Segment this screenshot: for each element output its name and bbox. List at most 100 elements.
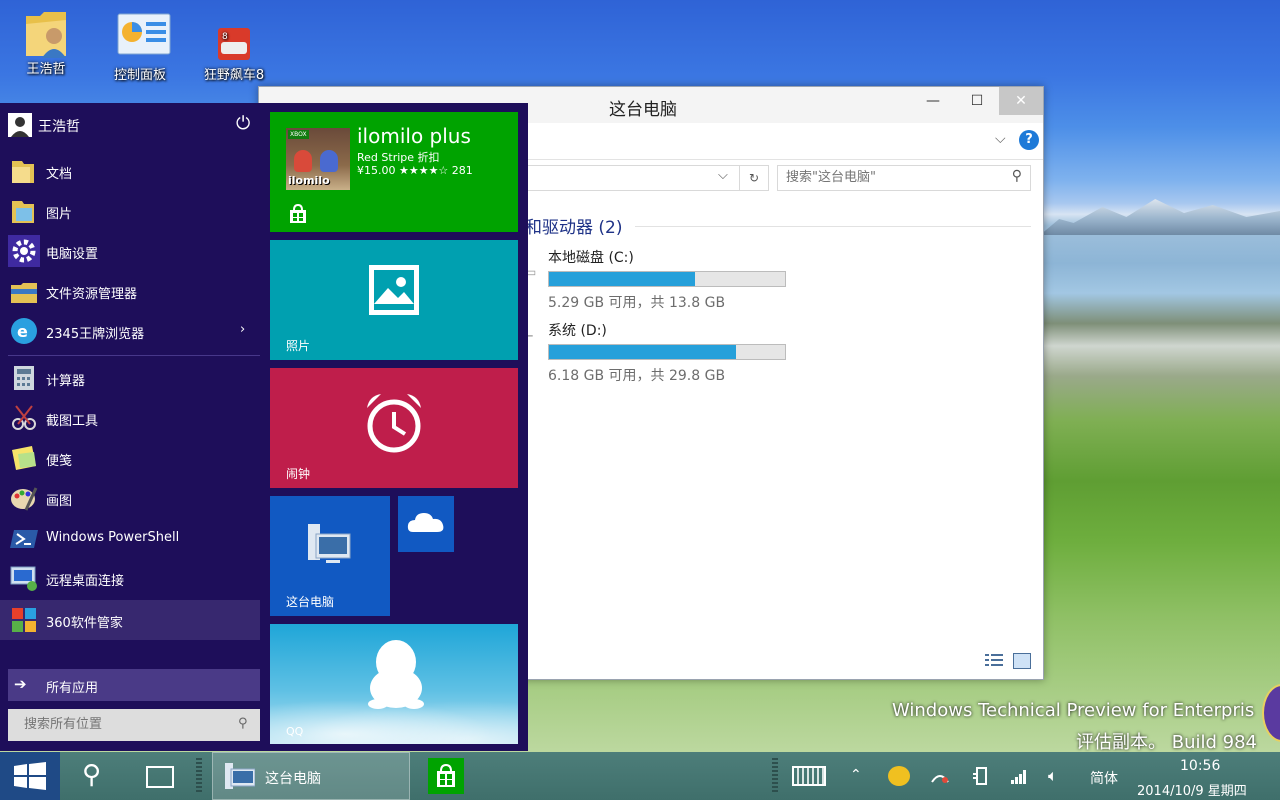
network-speed-icon[interactable] (930, 768, 950, 784)
search-input[interactable] (778, 166, 996, 188)
start-item-paint[interactable]: 画图 (0, 478, 260, 518)
start-item-label: 截图工具 (46, 414, 99, 429)
desktop-icon-control-panel[interactable]: 控制面板 (98, 12, 182, 83)
user-name[interactable]: 王浩哲 (38, 116, 80, 136)
ime-indicator[interactable]: 简体 (1090, 768, 1118, 788)
search-taskbar-button[interactable]: ⚲ (72, 752, 118, 800)
tile-photos[interactable]: 照片 (270, 240, 518, 360)
search-icon[interactable]: ⚲ (1012, 168, 1022, 184)
search-box[interactable]: ⚲ (777, 165, 1031, 191)
store-bag-icon (288, 203, 308, 227)
store-tile-price: ¥15.00 ★★★★☆ 281 (357, 164, 473, 177)
volume-speaker-icon[interactable]: 🔈︎ (1048, 766, 1058, 786)
power-button[interactable]: ⏻ (236, 113, 250, 134)
start-item-documents[interactable]: 文档 (0, 151, 260, 191)
tile-store-ilomilo[interactable]: XBOX ilomilo ilomilo plus Red Stripe 折扣 … (270, 112, 518, 232)
alarm-clock-icon (363, 390, 425, 457)
search-icon: ⚲ (82, 760, 102, 790)
start-item-2345-browser[interactable]: e 2345王牌浏览器 › (0, 311, 260, 351)
drive-size-text: 6.18 GB 可用，共 29.8 GB (548, 368, 726, 384)
start-item-label: 360软件管家 (46, 616, 123, 631)
touch-keyboard-icon[interactable] (792, 766, 826, 786)
snipping-tool-icon (8, 402, 40, 434)
minimize-icon: — (926, 93, 940, 109)
desktop-icon-label: 控制面板 (113, 68, 166, 83)
battery-power-icon[interactable] (972, 766, 988, 786)
taskbar-grip[interactable] (772, 758, 778, 794)
start-item-label: 文件资源管理器 (46, 287, 138, 302)
calculator-icon (8, 362, 40, 394)
start-search-box[interactable]: ⚲ (8, 709, 260, 741)
tile-this-pc[interactable]: 这台电脑 (270, 496, 390, 616)
help-icon[interactable]: ? (1019, 130, 1039, 150)
drive-usage-fill (549, 345, 737, 359)
taskbar-item-this-pc[interactable]: 这台电脑 (212, 752, 410, 800)
section-title: 和驱动器 (2) (525, 218, 623, 238)
remote-desktop-icon (8, 562, 40, 594)
start-item-snipping-tool[interactable]: 截图工具 (0, 398, 260, 438)
start-item-file-explorer[interactable]: 文件资源管理器 (0, 271, 260, 311)
address-dropdown-chevron-icon[interactable]: ⌵ (718, 168, 728, 183)
user-avatar[interactable] (8, 113, 32, 137)
maximize-button[interactable]: ☐ (955, 87, 999, 115)
computer-icon (225, 763, 256, 795)
task-view-button[interactable] (136, 752, 182, 800)
submenu-chevron-right-icon[interactable]: › (240, 322, 245, 337)
store-icon (428, 758, 464, 794)
task-view-icon (146, 766, 174, 788)
close-icon: ✕ (1015, 93, 1027, 109)
security-shield-icon[interactable] (888, 766, 910, 786)
start-item-sticky-notes[interactable]: 便笺 (0, 438, 260, 478)
start-item-calculator[interactable]: 计算器 (0, 358, 260, 398)
start-item-pc-settings[interactable]: 电脑设置 (0, 231, 260, 271)
refresh-button[interactable]: ↻ (739, 165, 769, 191)
desktop-icon-asphalt[interactable]: 8 狂野飙车8 (192, 28, 276, 83)
details-view-icon[interactable] (985, 653, 1003, 667)
photos-icon (368, 264, 420, 319)
close-button[interactable]: ✕ (999, 87, 1043, 115)
browser-icon: e (8, 315, 40, 347)
drive-d[interactable]: 系统 (D:) 6.18 GB 可用，共 29.8 GB (548, 320, 788, 384)
start-item-label: 远程桌面连接 (46, 574, 125, 589)
tile-onedrive[interactable] (398, 496, 454, 552)
start-button[interactable] (0, 752, 60, 800)
drive-c[interactable]: 本地磁盘 (C:) 5.29 GB 可用，共 13.8 GB (548, 247, 788, 311)
all-apps-button[interactable]: ➔ 所有应用 (8, 669, 260, 701)
computer-icon (306, 522, 354, 569)
svg-text:8: 8 (222, 32, 228, 42)
drive-name: 本地磁盘 (C:) (548, 250, 634, 266)
xbox-badge: XBOX (288, 130, 309, 139)
store-tile-title: ilomilo plus (357, 124, 471, 148)
desktop-icon-user[interactable]: 王浩哲 (4, 6, 88, 77)
minimize-button[interactable]: — (911, 87, 955, 115)
tile-alarm[interactable]: 闹钟 (270, 368, 518, 488)
start-item-powershell[interactable]: Windows PowerShell (0, 518, 260, 558)
show-hidden-icons-chevron-up-icon[interactable]: ⌃ (850, 767, 862, 783)
tile-label: 这台电脑 (286, 595, 335, 609)
search-icon[interactable]: ⚲ (238, 716, 248, 731)
large-icons-view-icon[interactable] (1013, 653, 1031, 669)
drive-usage-fill (549, 272, 695, 286)
clock-date[interactable]: 2014/10/9 星期四 (1137, 780, 1247, 799)
start-search-input[interactable] (8, 709, 224, 739)
wifi-signal-icon[interactable] (1010, 768, 1028, 784)
taskbar-grip[interactable] (196, 758, 202, 794)
taskbar: ⚲ 这台电脑 ⌃ 🔈︎ 简体 10:56 2014/10/9 星期四 (0, 752, 1280, 800)
section-divider (635, 226, 1031, 227)
gear-icon (8, 235, 40, 267)
refresh-icon: ↻ (748, 171, 760, 185)
drive-size-text: 5.29 GB 可用，共 13.8 GB (548, 295, 726, 311)
360-software-icon (8, 604, 40, 636)
start-item-pictures[interactable]: 图片 (0, 191, 260, 231)
start-item-remote-desktop[interactable]: 远程桌面连接 (0, 558, 260, 598)
maximize-icon: ☐ (970, 93, 984, 109)
address-bar[interactable]: ⌵ (519, 165, 769, 191)
clock-time[interactable]: 10:56 (1180, 758, 1220, 774)
pictures-folder-icon (8, 195, 40, 227)
start-item-360-software[interactable]: 360软件管家 (0, 600, 260, 640)
tile-qq[interactable]: QQ (270, 624, 518, 744)
taskbar-item-store[interactable] (426, 752, 466, 800)
windows-logo-icon (14, 762, 46, 793)
ribbon-expand-chevron-icon[interactable]: ⌵ (995, 131, 1006, 147)
ilomilo-logo-text: ilomilo (288, 174, 330, 187)
